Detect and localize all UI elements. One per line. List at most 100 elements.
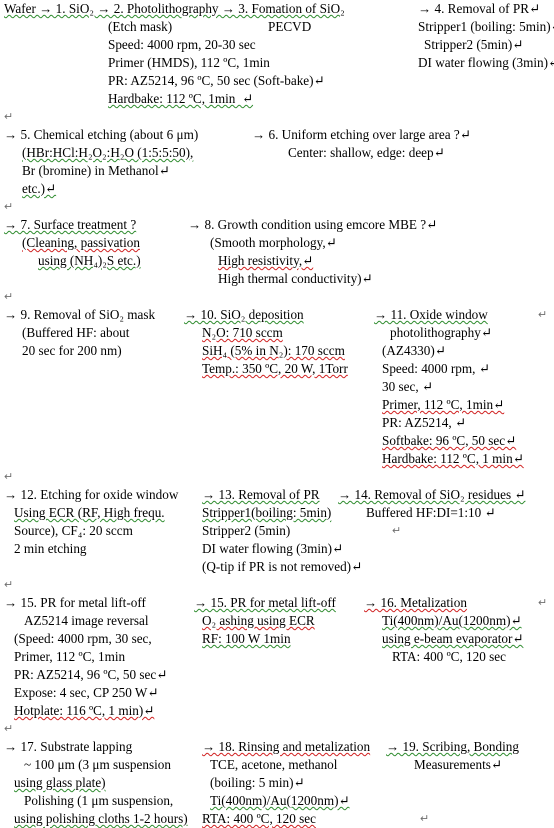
text-line: 2 min etching DI water flowing (3min)↵ bbox=[0, 540, 554, 558]
step-11-detail: 30 sec, ↵ bbox=[382, 379, 433, 394]
paragraph-break: ↵ bbox=[0, 108, 554, 126]
step-13-detail: Stripper2 (5min) bbox=[202, 523, 291, 538]
process-section-1: Wafer → 1. SiO₂ → 2. Photolithography → … bbox=[0, 0, 554, 126]
text-line: ~ 100 μm (3 μm suspension TCE, acetone, … bbox=[0, 756, 554, 774]
step-5-detail: etc.)↵ bbox=[22, 181, 57, 196]
paragraph-mark: ↵ bbox=[4, 579, 14, 591]
paragraph-break: ↵ bbox=[0, 288, 554, 306]
text-line: AZ5214 image reversal O₂ ashing using EC… bbox=[0, 612, 554, 630]
text-line: Hardbake: 112 ºC, 1min ↵ bbox=[0, 90, 554, 108]
step-5-detail: (HBr:HCl:H₂O₂:H₂O (1:5:5:50), bbox=[22, 145, 194, 160]
step-11-detail: Softbake: 96 ºC, 50 sec↵ bbox=[382, 433, 517, 448]
step-19-detail: Measurements↵ bbox=[414, 757, 502, 772]
text-line: using (NH₄)₂S etc.) High resistivity,↵ bbox=[0, 252, 554, 270]
step-3-detail: PECVD bbox=[268, 19, 312, 34]
text-line: Speed: 4000 rpm, 20-30 sec Stripper2 (5m… bbox=[0, 36, 554, 54]
paragraph-mark: ↵ bbox=[4, 111, 14, 123]
step-14-detail: Buffered HF:DI=1:10 ↵ bbox=[366, 505, 496, 520]
step-8-heading: → 8. Growth condition using emcore MBE ?… bbox=[188, 217, 438, 232]
step-17-detail: using polishing cloths 1-2 hours) bbox=[14, 811, 188, 826]
text-line: → 12. Etching for oxide window → 13. Rem… bbox=[0, 486, 554, 504]
step-12-detail: Using ECR (RF, High frequ. bbox=[14, 505, 165, 520]
step-5-detail: Br (bromine) in Methanol↵ bbox=[22, 163, 170, 178]
text-line: 30 sec, ↵ bbox=[0, 378, 554, 396]
step-11-detail: (AZ4330)↵ bbox=[382, 343, 446, 358]
text-line: → 5. Chemical etching (about 6 μm) → 6. … bbox=[0, 126, 554, 144]
step-2-detail: PR: AZ5214, 96 ºC, 50 sec (Soft-bake)↵ bbox=[108, 73, 325, 88]
step-8-detail: High resistivity,↵ bbox=[218, 253, 314, 268]
step-7-heading: → 7. Surface treatment ? bbox=[4, 217, 137, 232]
text-line: → 15. PR for metal lift-off → 15. PR for… bbox=[0, 594, 554, 612]
paragraph-mark: ↵ bbox=[538, 309, 548, 321]
text-line: Primer, 112 ºC, 1min RTA: 400 ºC, 120 se… bbox=[0, 648, 554, 666]
paragraph-mark: ↵ bbox=[4, 471, 14, 483]
step-10-heading: → 10. SiO₂ deposition bbox=[184, 307, 304, 322]
step-17-detail: using glass plate) bbox=[14, 775, 106, 790]
text-line: Source), CF₄: 20 sccm Stripper2 (5min) ↵ bbox=[0, 522, 554, 540]
step-11-heading: → 11. Oxide window bbox=[374, 307, 488, 322]
text-line: (Etch mask) PECVD Stripper1 (boiling: 5m… bbox=[0, 18, 554, 36]
step-17-detail: ~ 100 μm (3 μm suspension bbox=[24, 757, 171, 772]
text-line: (Speed: 4000 rpm, 30 sec, RF: 100 W 1min… bbox=[0, 630, 554, 648]
paragraph-break: ↵ bbox=[0, 576, 554, 594]
text-line: Br (bromine) in Methanol↵ bbox=[0, 162, 554, 180]
step-15a-detail: AZ5214 image reversal bbox=[24, 613, 149, 628]
process-section-5: → 12. Etching for oxide window → 13. Rem… bbox=[0, 486, 554, 594]
paragraph-mark: ↵ bbox=[4, 723, 14, 735]
step-15a-heading: → 15. PR for metal lift-off bbox=[4, 595, 146, 610]
step-6-detail: Center: shallow, edge: deep↵ bbox=[288, 145, 445, 160]
step-12-heading: → 12. Etching for oxide window bbox=[4, 487, 179, 502]
step-19-heading: → 19. Scribing, Bonding bbox=[386, 739, 519, 754]
text-line: Hotplate: 116 ºC, 1 min)↵ bbox=[0, 702, 554, 720]
step-7-detail: using (NH₄)₂S etc.) bbox=[38, 253, 141, 268]
step-12-detail: Source), CF₄: 20 sccm bbox=[14, 523, 133, 538]
text-line: (Q-tip if PR is not removed)↵ bbox=[0, 558, 554, 576]
step-11-detail: Primer, 112 ºC, 1min↵ bbox=[382, 397, 505, 412]
step-16-detail: RTA: 400 ºC, 120 sec bbox=[392, 649, 506, 664]
paragraph-mark: ↵ bbox=[4, 291, 14, 303]
step-8-detail: High thermal conductivity)↵ bbox=[218, 271, 373, 286]
step-14-heading: → 14. Removal of SiO₂ residues ↵ bbox=[338, 487, 526, 502]
step-13-detail: Stripper1(boiling: 5min) bbox=[202, 505, 332, 520]
paragraph-break: ↵ bbox=[0, 198, 554, 216]
text-line: (HBr:HCl:H₂O₂:H₂O (1:5:5:50), Center: sh… bbox=[0, 144, 554, 162]
step-2-detail: Hardbake: 112 ºC, 1min ↵ bbox=[108, 91, 254, 106]
step-10-detail: N₂O: 710 sccm bbox=[202, 325, 283, 340]
step-16-detail: Ti(400nm)/Au(1200nm)↵ bbox=[382, 613, 522, 628]
text-line: Wafer → 1. SiO₂ → 2. Photolithography → … bbox=[0, 0, 554, 18]
step-18-detail: Ti(400nm)/Au(1200nm)↵ bbox=[210, 793, 350, 808]
text-line: Softbake: 96 ºC, 50 sec↵ bbox=[0, 432, 554, 450]
step-2-detail: Primer (HMDS), 112 ºC, 1min bbox=[108, 55, 270, 70]
step-18-detail: RTA: 400 ºC, 120 sec bbox=[202, 811, 316, 826]
step-16-detail: using e-beam evaporator↵ bbox=[382, 631, 524, 646]
step-18-detail: TCE, acetone, methanol bbox=[210, 757, 338, 772]
step-18-detail: (boiling: 5 min)↵ bbox=[210, 775, 305, 790]
text-line: Temp.: 350 ºC, 20 W, 1Torr Speed: 4000 r… bbox=[0, 360, 554, 378]
text-line: High thermal conductivity)↵ bbox=[0, 270, 554, 288]
step-9-detail: (Buffered HF: about bbox=[22, 325, 130, 340]
text-line: Hardbake: 112 ºC, 1 min↵ bbox=[0, 450, 554, 468]
text-line: Polishing (1 μm suspension, Ti(400nm)/Au… bbox=[0, 792, 554, 810]
paragraph-break: ↵ bbox=[0, 720, 554, 738]
text-line: PR: AZ5214, 96 ºC, 50 sec (Soft-bake)↵ bbox=[0, 72, 554, 90]
step-11-detail: Speed: 4000 rpm, ↵ bbox=[382, 361, 490, 376]
step-15a-detail: Hotplate: 116 ºC, 1 min)↵ bbox=[14, 703, 155, 718]
step-7-detail: (Cleaning, passivation bbox=[22, 235, 140, 250]
step-4-detail: Stripper1 (boiling: 5min)↵ bbox=[418, 19, 554, 34]
step-11-detail: photolithography↵ bbox=[390, 325, 492, 340]
text-line: PR: AZ5214, 96 ºC, 50 sec↵ bbox=[0, 666, 554, 684]
step-4-detail: Stripper2 (5min)↵ bbox=[424, 37, 524, 52]
step-13-detail: (Q-tip if PR is not removed)↵ bbox=[202, 559, 363, 574]
text-line: (Buffered HF: about N₂O: 710 sccm photol… bbox=[0, 324, 554, 342]
paragraph-mark: ↵ bbox=[538, 597, 548, 609]
text-line: Using ECR (RF, High frequ. Stripper1(boi… bbox=[0, 504, 554, 522]
step-2-detail: (Etch mask) bbox=[108, 19, 173, 34]
paragraph-mark: ↵ bbox=[4, 201, 14, 213]
step-13-heading: → 13. Removal of PR bbox=[202, 487, 320, 502]
document-page: Wafer → 1. SiO₂ → 2. Photolithography → … bbox=[0, 0, 554, 826]
step-15a-detail: Primer, 112 ºC, 1min bbox=[14, 649, 126, 664]
step-17-heading: → 17. Substrate lapping bbox=[4, 739, 133, 754]
text-line: etc.)↵ bbox=[0, 180, 554, 198]
step-10-detail: Temp.: 350 ºC, 20 W, 1Torr bbox=[202, 361, 348, 376]
paragraph-mark: ↵ bbox=[392, 525, 402, 537]
